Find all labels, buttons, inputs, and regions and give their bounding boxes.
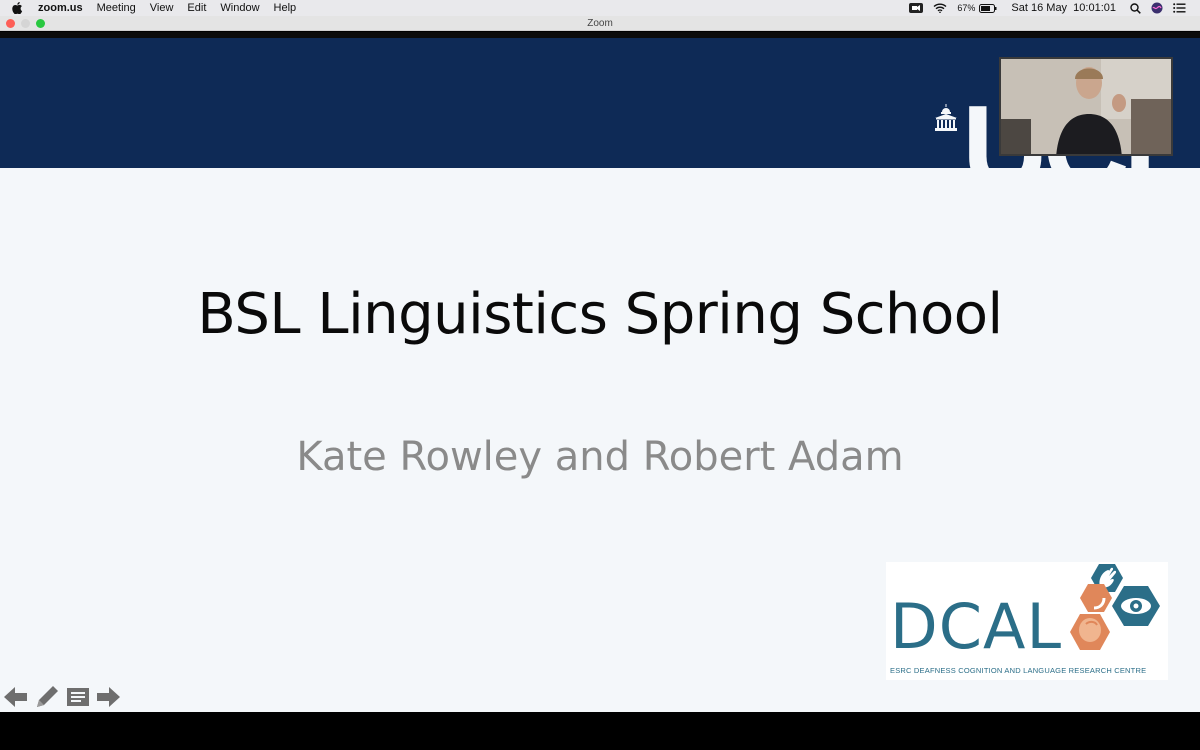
next-slide-icon[interactable] [96, 686, 120, 708]
zoom-status-icon[interactable] [909, 3, 924, 13]
menu-meeting[interactable]: Meeting [97, 0, 136, 16]
speaker-video-thumbnail[interactable] [999, 57, 1173, 156]
battery-icon[interactable] [979, 3, 997, 13]
menu-edit[interactable]: Edit [187, 0, 206, 16]
menu-app-name[interactable]: zoom.us [38, 0, 83, 16]
previous-slide-icon[interactable] [4, 686, 28, 708]
menu-help[interactable]: Help [274, 0, 297, 16]
dcal-logo: DCAL ESRC DEAFNESS COGNITION AND LANGUAG… [886, 562, 1168, 680]
dcal-tagline: ESRC DEAFNESS COGNITION AND LANGUAGE RES… [890, 666, 1147, 675]
minimize-window-button[interactable] [21, 19, 30, 28]
shared-slide: UCL BSL Linguistics Spring School Kate R… [0, 32, 1200, 712]
close-window-button[interactable] [6, 19, 15, 28]
battery-percent: 67% [957, 3, 976, 13]
menu-window[interactable]: Window [220, 0, 259, 16]
slide-title: BSL Linguistics Spring School [197, 282, 1003, 347]
apple-icon[interactable] [12, 2, 26, 14]
ucl-portico-icon [934, 104, 958, 137]
slide-subtitle: Kate Rowley and Robert Adam [296, 434, 904, 480]
window-title: Zoom [587, 18, 613, 29]
clock[interactable]: Sat 16 May 10:01:01 [1011, 2, 1116, 14]
zoom-window-button[interactable] [36, 19, 45, 28]
dcal-wordmark: DCAL [890, 590, 1062, 663]
menu-view[interactable]: View [150, 0, 174, 16]
spotlight-search-icon[interactable] [1130, 2, 1141, 14]
siri-icon[interactable] [1151, 2, 1163, 14]
notification-center-icon[interactable] [1173, 3, 1186, 13]
window-title-bar: Zoom [0, 16, 1200, 31]
slide-navigation-controls [4, 684, 126, 710]
menu-bar: zoom.us Meeting View Edit Window Help 67… [0, 0, 1200, 16]
dcal-hexagon-icons [1066, 562, 1166, 671]
pen-icon[interactable] [34, 684, 60, 710]
bottom-letterbox [0, 712, 1200, 750]
notes-icon[interactable] [66, 686, 90, 708]
wifi-icon[interactable] [933, 3, 947, 13]
window-controls [6, 19, 51, 28]
